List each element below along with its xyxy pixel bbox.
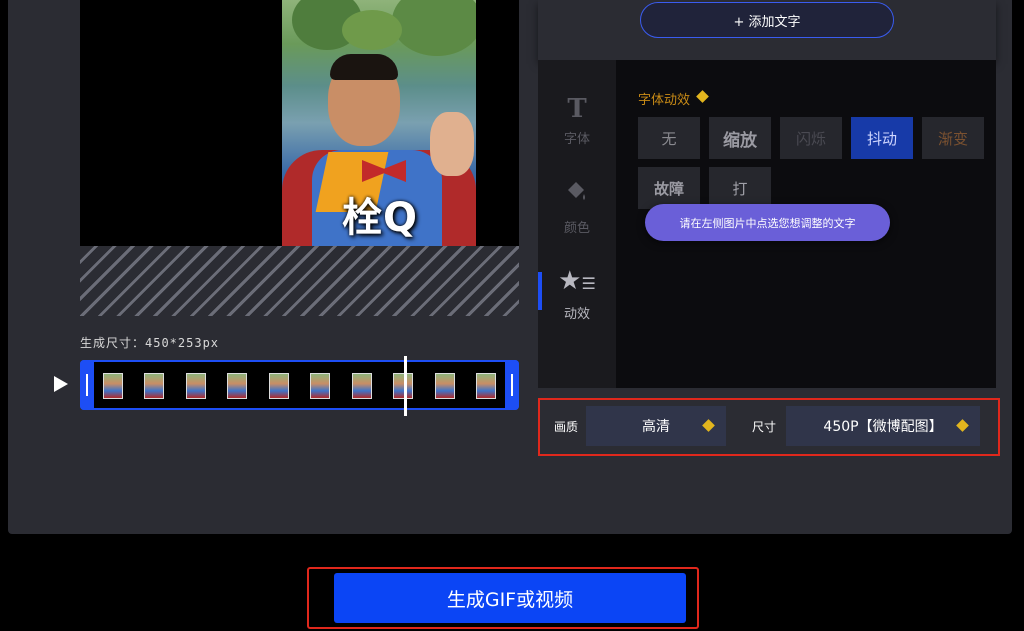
effect-section-title: 字体动效 <box>638 93 691 108</box>
nav-item-label: 字体 <box>563 132 590 147</box>
quality-label: 画质 <box>554 420 579 434</box>
video-frame-image[interactable]: 栓Q <box>282 0 476 246</box>
playhead[interactable] <box>404 356 407 416</box>
effect-gradient-button[interactable]: 渐变 <box>922 117 984 159</box>
timeline-thumbnail <box>475 373 496 399</box>
vip-diamond-icon <box>956 419 969 432</box>
timeline-track[interactable] <box>80 356 519 416</box>
size-select[interactable]: 450P【微博配图】 <box>786 406 980 446</box>
add-text-button[interactable]: + 添加文字 <box>640 2 894 38</box>
effect-zoom-button[interactable]: 缩放 <box>709 117 771 159</box>
timeline-thumbnail <box>227 373 248 399</box>
timeline-thumbnail <box>351 373 372 399</box>
canvas-padding-area <box>80 246 519 316</box>
size-value: 450P【微博配图】 <box>823 419 943 435</box>
vip-diamond-icon <box>702 419 715 432</box>
timeline-thumbnail <box>185 373 206 399</box>
quality-value: 高清 <box>642 419 670 435</box>
trim-start-handle[interactable] <box>80 360 94 410</box>
nav-item-animation[interactable]: ★☰ 动效 <box>538 266 616 322</box>
nav-item-label: 颜色 <box>563 221 590 236</box>
quality-select[interactable]: 高清 <box>586 406 726 446</box>
size-label: 尺寸 <box>752 420 777 434</box>
effect-none-button[interactable]: 无 <box>638 117 700 159</box>
nav-item-font[interactable]: T 字体 <box>538 94 616 147</box>
output-size-label: 生成尺寸：450*253px <box>80 336 220 350</box>
overlay-caption-text[interactable]: 栓Q <box>342 196 452 240</box>
select-text-tooltip: 请在左侧图片中点选您想调整的文字 <box>645 204 890 241</box>
timeline-thumbnail <box>144 373 165 399</box>
effect-flash-button[interactable]: 闪烁 <box>780 117 842 159</box>
effect-glitch-button[interactable]: 故障 <box>638 167 700 209</box>
style-side-nav: T 字体 颜色 ★☰ 动效 <box>538 60 616 388</box>
trim-end-handle[interactable] <box>505 360 519 410</box>
timeline-frames <box>103 373 496 399</box>
star-icon: ★☰ <box>558 266 596 296</box>
timeline-thumbnail <box>103 373 123 399</box>
video-preview[interactable]: 栓Q <box>80 0 519 246</box>
timeline-thumbnail <box>310 373 331 399</box>
play-icon[interactable] <box>54 376 68 392</box>
nav-item-color[interactable]: 颜色 <box>538 178 616 236</box>
text-icon: T <box>567 94 587 124</box>
effect-type-button[interactable]: 打 <box>709 167 771 209</box>
effect-shake-button[interactable]: 抖动 <box>851 117 913 159</box>
output-settings-row: 画质 高清 尺寸 450P【微博配图】 <box>538 398 1000 456</box>
paint-bucket-icon <box>538 178 616 213</box>
active-nav-indicator <box>538 272 542 310</box>
timeline-thumbnail <box>268 373 289 399</box>
timeline-thumbnail <box>434 373 455 399</box>
generate-gif-video-button[interactable]: 生成GIF或视频 <box>334 573 686 623</box>
nav-item-label: 动效 <box>563 307 590 322</box>
